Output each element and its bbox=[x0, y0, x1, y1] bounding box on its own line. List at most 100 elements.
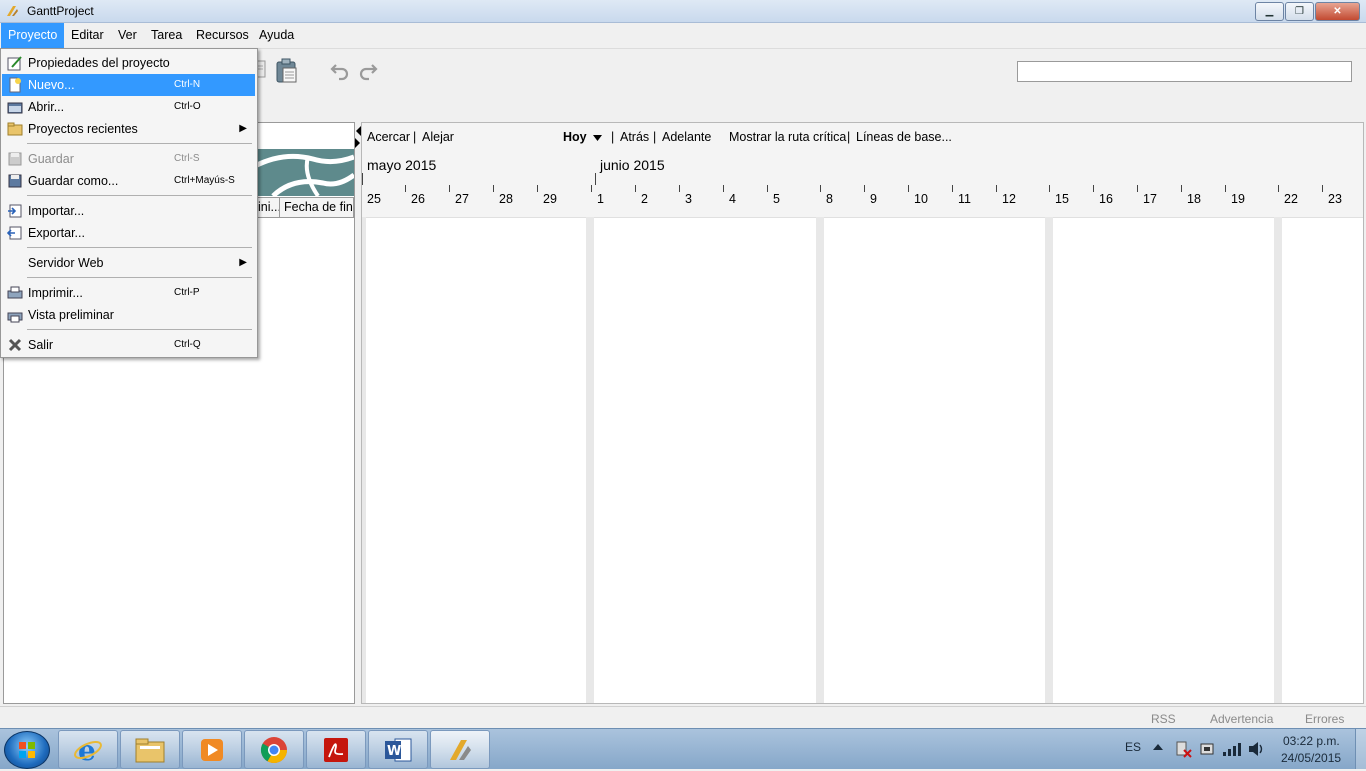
menu-separator bbox=[27, 277, 252, 278]
day-tick bbox=[537, 185, 538, 192]
day-label: 28 bbox=[499, 192, 513, 206]
language-indicator[interactable]: ES bbox=[1125, 740, 1141, 754]
day-label: 15 bbox=[1055, 192, 1069, 206]
taskbar-chrome[interactable] bbox=[244, 730, 304, 769]
menu-recursos[interactable]: Recursos bbox=[189, 23, 256, 48]
day-tick bbox=[405, 185, 406, 192]
proyecto-menu: Propiedades del proyecto Nuevo... Ctrl-N… bbox=[0, 48, 258, 358]
action-center-icon[interactable] bbox=[1174, 740, 1192, 758]
menu-item-save-as[interactable]: Guardar como... Ctrl+Mayús-S bbox=[2, 170, 255, 192]
rss-link[interactable]: RSS bbox=[1151, 712, 1176, 726]
warning-link[interactable]: Advertencia bbox=[1210, 712, 1273, 726]
errors-link[interactable]: Errores bbox=[1305, 712, 1344, 726]
menu-ayuda[interactable]: Ayuda bbox=[252, 23, 301, 48]
menu-item-export[interactable]: Exportar... bbox=[2, 222, 255, 244]
critical-path-link[interactable]: Mostrar la ruta crítica bbox=[729, 130, 846, 144]
taskbar-ganttproject[interactable] bbox=[430, 730, 490, 769]
show-hidden-icons-icon[interactable] bbox=[1153, 743, 1163, 751]
day-tick bbox=[1093, 185, 1094, 192]
forward-link[interactable]: Adelante bbox=[662, 130, 711, 144]
menu-proyecto[interactable]: Proyecto bbox=[1, 23, 65, 48]
day-tick bbox=[679, 185, 680, 192]
taskbar-media-player[interactable] bbox=[182, 730, 242, 769]
menu-item-new[interactable]: Nuevo... Ctrl-N bbox=[2, 74, 255, 96]
print-icon bbox=[7, 286, 23, 299]
show-desktop-button[interactable] bbox=[1355, 729, 1366, 769]
chrome-icon bbox=[260, 736, 288, 763]
separator: | bbox=[653, 130, 657, 144]
network-icon[interactable] bbox=[1222, 741, 1242, 757]
menu-ver[interactable]: Ver bbox=[111, 23, 144, 48]
menu-item-project-properties[interactable]: Propiedades del proyecto bbox=[2, 52, 255, 74]
back-link[interactable]: Atrás bbox=[620, 130, 649, 144]
day-tick bbox=[1278, 185, 1279, 192]
day-tick bbox=[1225, 185, 1226, 192]
taskbar-acrobat[interactable] bbox=[306, 730, 366, 769]
menu-item-print[interactable]: Imprimir... Ctrl-P bbox=[2, 282, 255, 304]
clock-time[interactable]: 03:22 p.m. bbox=[1283, 734, 1340, 748]
day-tick bbox=[908, 185, 909, 192]
day-tick bbox=[864, 185, 865, 192]
zoom-out-link[interactable]: Alejar bbox=[422, 130, 454, 144]
device-icon[interactable] bbox=[1199, 740, 1217, 758]
baselines-link[interactable]: Líneas de base... bbox=[856, 130, 952, 144]
new-file-icon bbox=[9, 77, 21, 93]
day-label: 12 bbox=[1002, 192, 1016, 206]
menu-item-web-server[interactable]: Servidor Web ▶ bbox=[2, 252, 255, 274]
day-tick bbox=[952, 185, 953, 192]
day-label: 23 bbox=[1328, 192, 1342, 206]
submenu-arrow-icon: ▶ bbox=[239, 257, 247, 268]
day-label: 10 bbox=[914, 192, 928, 206]
day-label: 2 bbox=[641, 192, 648, 206]
menu-separator bbox=[27, 195, 252, 196]
menu-item-print-preview[interactable]: Vista preliminar bbox=[2, 304, 255, 326]
day-tick bbox=[493, 185, 494, 192]
open-folder-icon bbox=[7, 102, 23, 114]
undo-icon[interactable] bbox=[330, 61, 350, 81]
redo-icon[interactable] bbox=[358, 61, 378, 81]
day-label: 29 bbox=[543, 192, 557, 206]
day-label: 1 bbox=[597, 192, 604, 206]
menu-item-recent-projects[interactable]: Proyectos recientes ▶ bbox=[2, 118, 255, 140]
weekend-column bbox=[1274, 217, 1282, 703]
close-button[interactable]: ✕ bbox=[1315, 2, 1360, 21]
clock-date[interactable]: 24/05/2015 bbox=[1281, 751, 1341, 765]
print-preview-icon bbox=[7, 312, 23, 323]
today-button[interactable]: Hoy bbox=[563, 130, 587, 144]
menu-editar[interactable]: Editar bbox=[64, 23, 111, 48]
day-label: 25 bbox=[367, 192, 381, 206]
start-button[interactable] bbox=[4, 731, 50, 769]
taskbar-file-explorer[interactable] bbox=[120, 730, 180, 769]
maximize-button[interactable]: ❐ bbox=[1285, 2, 1314, 21]
day-label: 19 bbox=[1231, 192, 1245, 206]
gantt-chart[interactable]: Acercar | Alejar Hoy | Atrás | Adelante … bbox=[361, 122, 1364, 704]
save-icon bbox=[8, 152, 22, 166]
month-header: mayo 2015 junio 2015 bbox=[362, 151, 1363, 186]
menu-item-import[interactable]: Importar... bbox=[2, 200, 255, 222]
month-divider bbox=[595, 173, 596, 185]
zoom-in-link[interactable]: Acercar bbox=[367, 130, 410, 144]
paste-icon[interactable] bbox=[275, 58, 299, 84]
ganttproject-icon bbox=[450, 739, 471, 760]
day-label: 8 bbox=[826, 192, 833, 206]
save-as-icon bbox=[8, 174, 22, 188]
menu-item-exit[interactable]: Salir Ctrl-Q bbox=[2, 334, 255, 356]
recent-folder-icon bbox=[7, 122, 23, 136]
taskbar-word[interactable]: W bbox=[368, 730, 428, 769]
chevron-down-icon[interactable] bbox=[593, 135, 602, 141]
window-title: GanttProject bbox=[27, 4, 94, 18]
taskbar-internet-explorer[interactable]: e bbox=[58, 730, 118, 769]
minimize-icon: ▁ bbox=[1265, 6, 1274, 17]
separator: | bbox=[847, 130, 851, 144]
submenu-arrow-icon: ▶ bbox=[239, 123, 247, 134]
menu-item-save[interactable]: Guardar Ctrl-S bbox=[2, 148, 255, 170]
search-input[interactable] bbox=[1017, 61, 1352, 82]
volume-icon[interactable] bbox=[1247, 740, 1265, 758]
day-tick bbox=[591, 185, 592, 192]
day-tick bbox=[820, 185, 821, 192]
menu-tarea[interactable]: Tarea bbox=[144, 23, 189, 48]
minimize-button[interactable]: ▁ bbox=[1255, 2, 1284, 21]
menu-item-open[interactable]: Abrir... Ctrl-O bbox=[2, 96, 255, 118]
column-end-date[interactable]: Fecha de fin bbox=[280, 197, 354, 218]
day-label: 3 bbox=[685, 192, 692, 206]
